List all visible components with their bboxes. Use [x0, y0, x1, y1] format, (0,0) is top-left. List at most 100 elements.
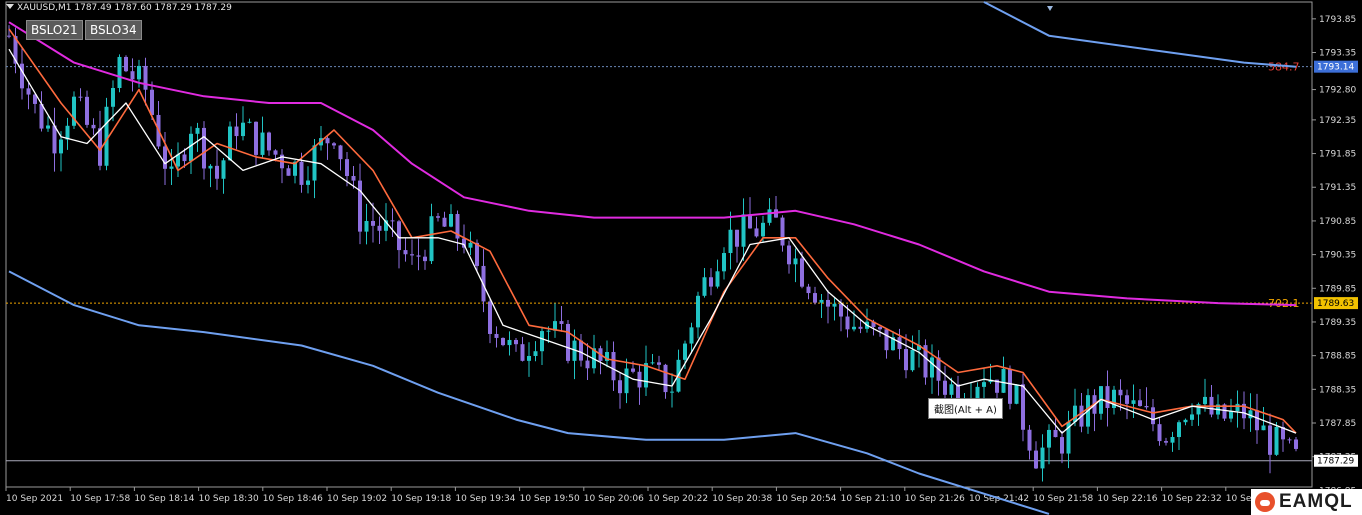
candle-body [780, 217, 785, 246]
candle-body [390, 220, 395, 222]
price-level-tag-label: 1789.63 [1317, 299, 1354, 309]
candle-body [514, 339, 518, 345]
candle-body [540, 331, 544, 352]
candle-body [1040, 447, 1045, 469]
bslo34-button[interactable]: BSLO34 [85, 20, 142, 40]
candle-body [208, 165, 213, 169]
candle-body [267, 132, 271, 151]
candle-body [507, 339, 512, 346]
candle-body [163, 146, 167, 169]
candle-body [767, 209, 772, 223]
candle-body [832, 303, 837, 307]
candle-body [410, 254, 414, 256]
candle-body [1131, 400, 1136, 404]
candle-body [1053, 429, 1058, 438]
candle-body [904, 349, 908, 371]
candle-body [1235, 403, 1240, 412]
x-tick-label: 10 Sep 21:58 [1033, 494, 1093, 504]
candle-body [468, 242, 473, 248]
candle-body [215, 165, 219, 179]
candle-body [111, 88, 115, 107]
candle-body [1190, 414, 1194, 420]
candle-body [143, 65, 148, 90]
price-chart[interactable]: 1793.85 1793.35 1792.80 1792.35 1791.85 1791.… [0, 0, 1362, 515]
candle-body [325, 138, 330, 144]
candle-body [1274, 426, 1279, 455]
candle-body [1170, 437, 1175, 443]
bslo21-button[interactable]: BSLO21 [26, 20, 83, 40]
candle-body [1144, 405, 1149, 408]
y-tick-label: 1793.85 [1319, 15, 1356, 25]
candle-body [1060, 437, 1064, 454]
x-tick-label: 10 Sep 18:30 [199, 494, 259, 504]
candle-body [683, 343, 687, 360]
candle-body [1138, 400, 1142, 406]
candle-body [273, 150, 278, 155]
candle-body [852, 326, 856, 330]
x-tick-label: 10 Sep 19:50 [520, 494, 580, 504]
x-tick-label: 10 Sep 20:06 [584, 494, 644, 504]
candle-body [117, 56, 122, 89]
candle-body [286, 168, 291, 176]
candle-body [793, 258, 798, 265]
candle-body [546, 330, 551, 332]
candle-body [228, 126, 232, 161]
candle-body [910, 349, 915, 371]
x-tick-label: 10 Sep 17:58 [70, 494, 130, 504]
x-tick-label: 10 Sep 22:32 [1162, 494, 1222, 504]
candle-body [819, 299, 824, 303]
y-tick-label: 1789.35 [1319, 318, 1356, 328]
candle-body [150, 89, 154, 115]
y-tick-label: 1792.35 [1319, 116, 1356, 126]
candle-body [1125, 395, 1129, 404]
candle-body [611, 352, 616, 381]
candle-body [813, 293, 817, 303]
candle-body [806, 286, 811, 294]
candle-body [1164, 441, 1168, 443]
candle-body [754, 228, 759, 237]
candle-body [345, 159, 349, 177]
candle-body [696, 295, 700, 328]
candle-body [364, 220, 369, 232]
candle-body [748, 214, 752, 229]
ema-slow-line [8, 28, 1297, 434]
x-tick-label: 10 Sep 2021 [6, 494, 63, 504]
candle-body [501, 337, 505, 346]
candle-body [1268, 425, 1272, 455]
candle-body [59, 139, 63, 154]
candle-body [202, 127, 206, 169]
candle-body [930, 357, 934, 378]
candle-body [1118, 389, 1123, 396]
candle-body [800, 258, 804, 287]
candle-body [1261, 425, 1266, 431]
x-tick-label: 10 Sep 22:16 [1097, 494, 1157, 504]
candle-body [839, 303, 843, 317]
candle-body [566, 323, 570, 361]
candle-body [579, 340, 583, 361]
candle-body [299, 161, 304, 185]
candle-body [221, 160, 226, 179]
candle-body [182, 154, 187, 162]
candle-body [247, 121, 252, 123]
candle-body [442, 217, 447, 227]
candle-body [26, 88, 31, 95]
x-tick-label: 10 Sep 18:46 [263, 494, 323, 504]
candle-body [949, 384, 954, 395]
chart-header: XAUUSD,M1 1787.49 1787.60 1787.29 1787.2… [6, 3, 232, 13]
candle-body [1255, 410, 1259, 431]
candle-body [878, 326, 882, 330]
x-tick-label: 10 Sep 19:34 [455, 494, 515, 504]
candle-body [858, 326, 863, 329]
candle-body [650, 362, 655, 364]
candle-body [306, 180, 310, 185]
candle-body [1229, 411, 1233, 419]
candle-body [943, 380, 947, 395]
candle-body [1157, 424, 1162, 442]
candle-body [585, 360, 590, 369]
candle-body [260, 132, 265, 155]
menu-triangle-icon[interactable] [6, 4, 14, 9]
candle-body [130, 71, 135, 80]
candle-body [1287, 439, 1292, 441]
band-upper-line [983, 1, 1297, 68]
candle-body [169, 166, 174, 169]
